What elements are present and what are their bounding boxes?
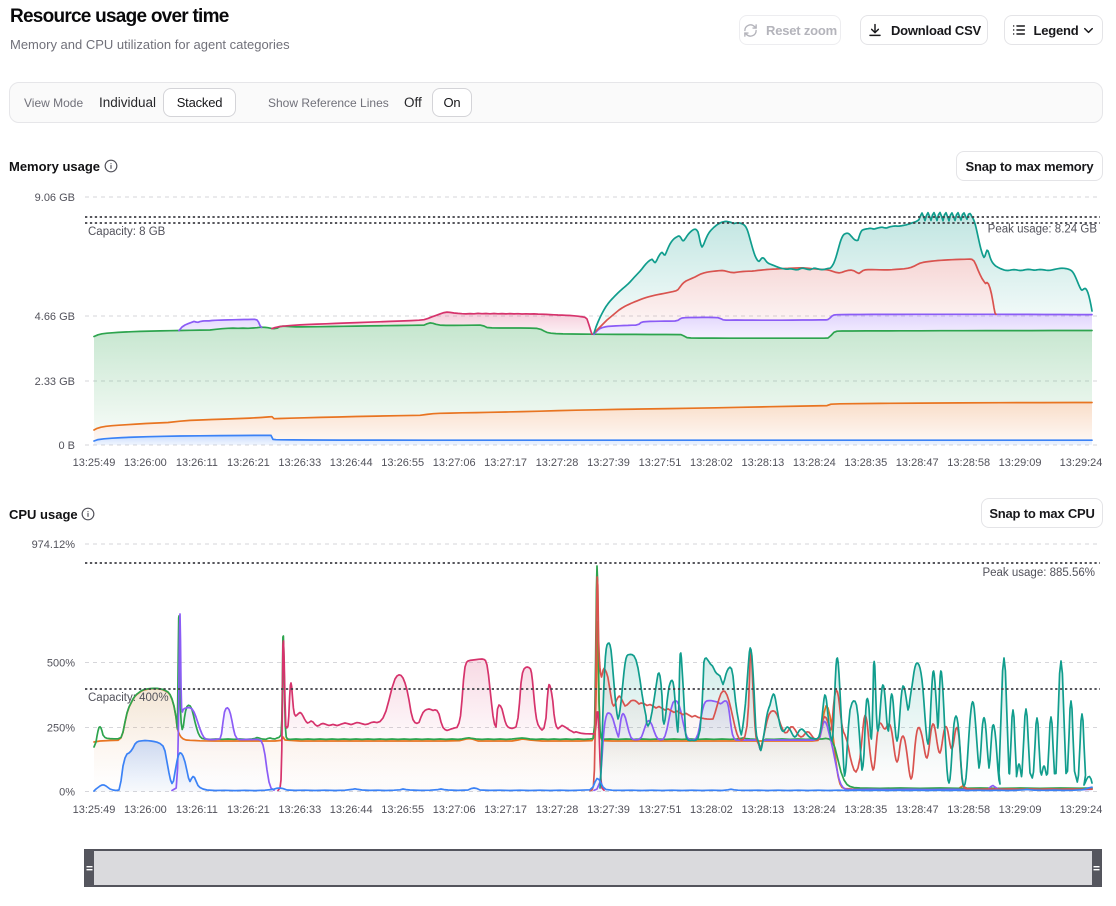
- svg-text:13:28:47: 13:28:47: [896, 804, 939, 816]
- svg-text:13:28:35: 13:28:35: [844, 457, 887, 469]
- svg-text:13:25:49: 13:25:49: [73, 457, 116, 469]
- svg-text:250%: 250%: [47, 723, 75, 735]
- svg-text:13:28:13: 13:28:13: [741, 457, 784, 469]
- svg-text:13:28:02: 13:28:02: [690, 457, 733, 469]
- svg-text:13:27:28: 13:27:28: [536, 457, 579, 469]
- svg-text:13:27:39: 13:27:39: [587, 457, 630, 469]
- svg-text:13:26:21: 13:26:21: [227, 804, 270, 816]
- svg-text:13:27:28: 13:27:28: [536, 804, 579, 816]
- svg-text:Peak usage: 885.56%: Peak usage: 885.56%: [982, 567, 1095, 579]
- svg-text:13:28:35: 13:28:35: [844, 804, 887, 816]
- svg-text:13:26:33: 13:26:33: [278, 804, 321, 816]
- svg-text:13:27:51: 13:27:51: [639, 457, 682, 469]
- svg-text:2.33 GB: 2.33 GB: [35, 376, 75, 388]
- svg-text:Peak usage: 8.24 GB: Peak usage: 8.24 GB: [988, 224, 1098, 236]
- svg-text:13:26:55: 13:26:55: [381, 804, 424, 816]
- svg-text:13:28:24: 13:28:24: [793, 804, 836, 816]
- svg-text:13:29:24: 13:29:24: [1060, 457, 1103, 469]
- svg-text:13:27:39: 13:27:39: [587, 804, 630, 816]
- svg-text:13:25:49: 13:25:49: [73, 804, 116, 816]
- svg-text:13:28:58: 13:28:58: [947, 804, 990, 816]
- svg-text:13:27:17: 13:27:17: [484, 457, 527, 469]
- svg-text:500%: 500%: [47, 658, 75, 670]
- svg-text:13:29:09: 13:29:09: [999, 804, 1042, 816]
- svg-text:13:26:11: 13:26:11: [176, 804, 218, 816]
- svg-text:13:26:00: 13:26:00: [124, 457, 167, 469]
- svg-text:Capacity: 400%: Capacity: 400%: [88, 692, 169, 704]
- svg-text:13:27:06: 13:27:06: [433, 804, 476, 816]
- svg-text:9.06 GB: 9.06 GB: [35, 192, 75, 204]
- svg-text:13:27:51: 13:27:51: [639, 804, 682, 816]
- svg-text:13:28:47: 13:28:47: [896, 457, 939, 469]
- svg-text:Capacity: 8 GB: Capacity: 8 GB: [88, 226, 166, 238]
- svg-text:13:26:55: 13:26:55: [381, 457, 424, 469]
- svg-text:4.66 GB: 4.66 GB: [35, 311, 75, 323]
- svg-text:0%: 0%: [59, 787, 75, 799]
- svg-text:0 B: 0 B: [58, 440, 75, 452]
- svg-text:974.12%: 974.12%: [32, 539, 76, 551]
- svg-text:13:27:06: 13:27:06: [433, 457, 476, 469]
- svg-text:13:26:00: 13:26:00: [124, 804, 167, 816]
- svg-text:13:29:24: 13:29:24: [1060, 804, 1103, 816]
- svg-text:13:26:44: 13:26:44: [330, 804, 373, 816]
- svg-text:13:28:13: 13:28:13: [741, 804, 784, 816]
- svg-text:13:26:44: 13:26:44: [330, 457, 373, 469]
- svg-text:13:27:17: 13:27:17: [484, 804, 527, 816]
- svg-text:13:26:11: 13:26:11: [176, 457, 218, 469]
- svg-text:13:29:09: 13:29:09: [999, 457, 1042, 469]
- svg-text:13:28:24: 13:28:24: [793, 457, 836, 469]
- svg-text:13:26:33: 13:26:33: [278, 457, 321, 469]
- svg-text:13:28:58: 13:28:58: [947, 457, 990, 469]
- svg-text:13:28:02: 13:28:02: [690, 804, 733, 816]
- svg-text:13:26:21: 13:26:21: [227, 457, 270, 469]
